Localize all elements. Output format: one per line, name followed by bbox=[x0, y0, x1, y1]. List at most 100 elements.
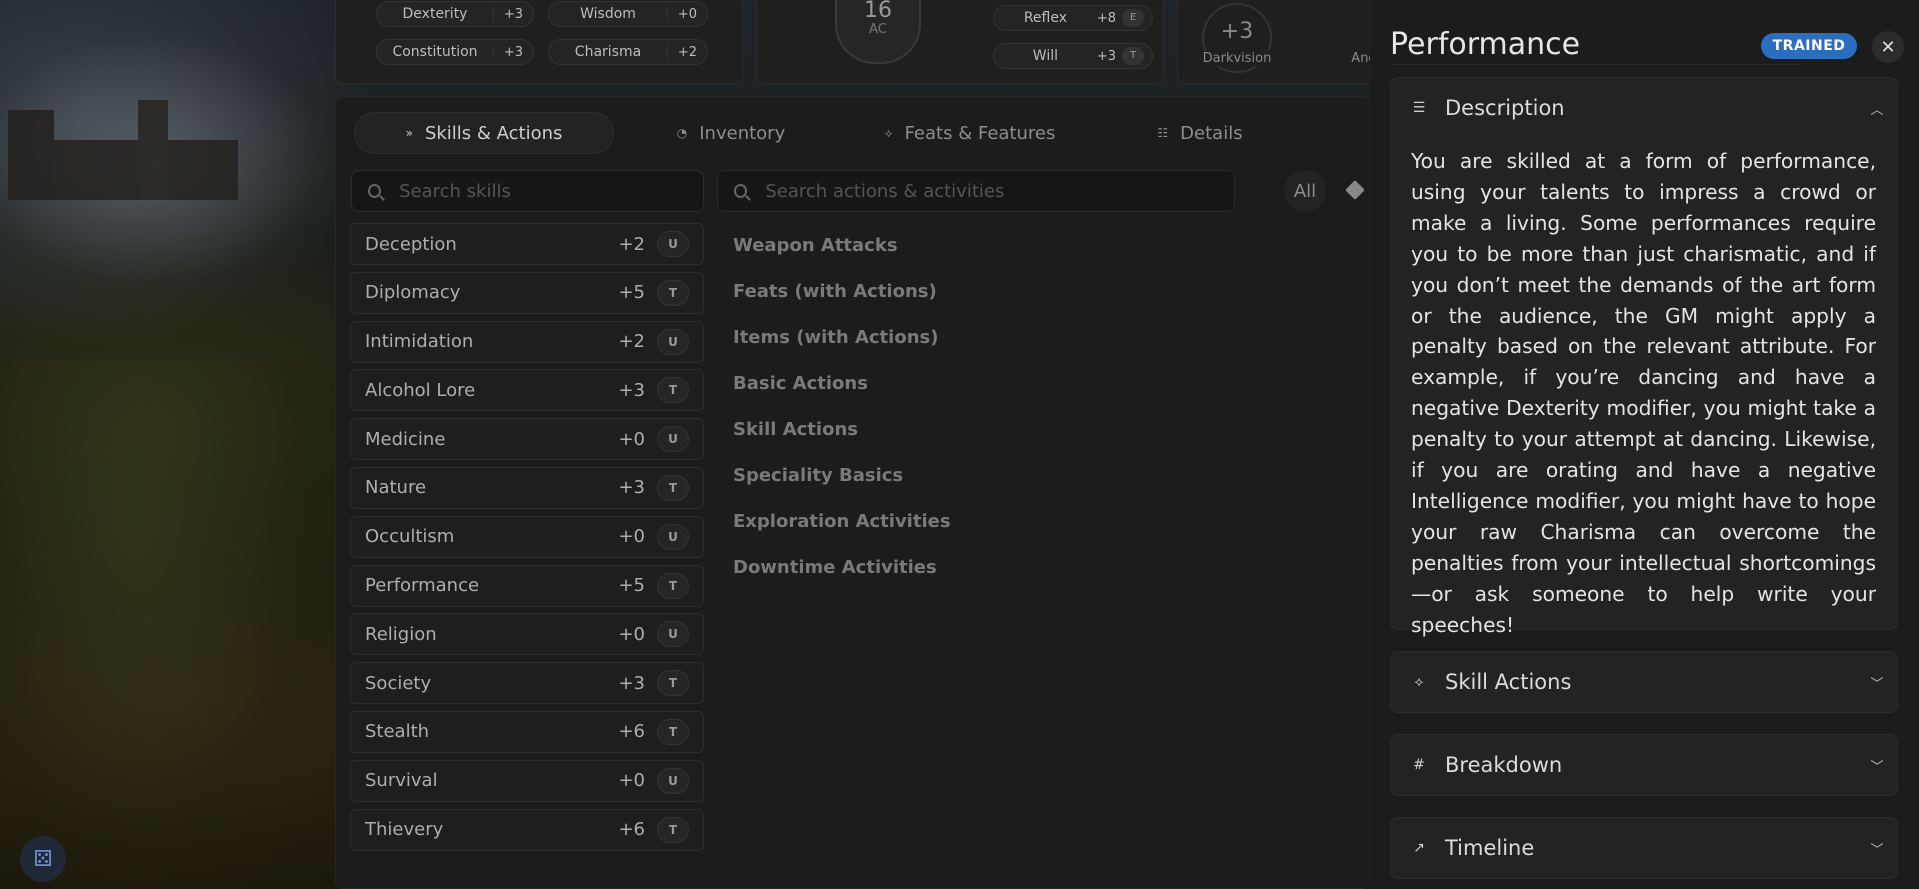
skill-detail-drawer: Performance TRAINED ✕ ☰ Description ︿ Yo… bbox=[1370, 0, 1919, 889]
skill-row[interactable]: Alcohol Lore +3 T bbox=[350, 369, 704, 412]
skill-name: Occultism bbox=[365, 526, 455, 548]
skill-row[interactable]: Stealth +6 T bbox=[350, 710, 704, 753]
attribute-mod: +3 bbox=[493, 44, 533, 60]
ac-value: 16 bbox=[864, 0, 892, 23]
attribute-charisma[interactable]: Charisma +2 bbox=[548, 39, 708, 65]
drawer-title: Performance bbox=[1390, 27, 1581, 62]
skill-row[interactable]: Nature +3 T bbox=[350, 466, 704, 509]
dice-roller-button[interactable]: ⚄ bbox=[20, 836, 66, 882]
section-header-timeline[interactable]: ↗ Timeline ﹀ bbox=[1391, 818, 1897, 878]
tab-inventory[interactable]: ◔ Inventory bbox=[620, 112, 842, 154]
action-search-field[interactable] bbox=[717, 170, 1235, 212]
action-category[interactable]: Items (with Actions) bbox=[733, 315, 951, 361]
skill-search-input[interactable] bbox=[399, 180, 703, 202]
section-label: Timeline bbox=[1445, 836, 1535, 860]
skill-row[interactable]: Intimidation +2 U bbox=[350, 320, 704, 363]
action-category[interactable]: Downtime Activities bbox=[733, 545, 951, 591]
action-search-input[interactable] bbox=[765, 180, 1234, 202]
section-header-breakdown[interactable]: # Breakdown ﹀ bbox=[1391, 735, 1897, 795]
chevron-down-icon: ﹀ bbox=[1870, 842, 1884, 858]
attribute-dexterity[interactable]: Dexterity +3 bbox=[376, 1, 534, 27]
diamond-arrows-icon: ⟡ bbox=[1414, 674, 1424, 690]
skill-modifier: +5 bbox=[618, 575, 645, 597]
action-category[interactable]: Feats (with Actions) bbox=[733, 269, 951, 315]
chevron-down-icon: ﹀ bbox=[1870, 759, 1884, 775]
attribute-mod: +3 bbox=[493, 6, 533, 22]
skill-row[interactable]: Society +3 T bbox=[350, 662, 704, 705]
tab-label: Feats & Features bbox=[904, 122, 1056, 144]
attribute-constitution[interactable]: Constitution +3 bbox=[376, 39, 534, 65]
defenses-card: Reflex +8 E Will +3 T bbox=[756, 0, 1164, 84]
section-label: Description bbox=[1445, 96, 1565, 120]
attribute-name: Constitution bbox=[392, 44, 478, 60]
senses-value: +3 bbox=[1220, 19, 1254, 44]
trend-line-icon: ↗ bbox=[1413, 840, 1425, 856]
skill-name: Deception bbox=[365, 233, 457, 255]
proficiency-rank: T bbox=[657, 816, 689, 843]
tab-feats-features[interactable]: ⟡ Feats & Features bbox=[860, 112, 1080, 154]
chevron-double-down-icon: » bbox=[405, 126, 413, 140]
proficiency-rank: U bbox=[657, 328, 689, 355]
skill-row[interactable]: Performance +5 T bbox=[350, 564, 704, 607]
attribute-name: Dexterity bbox=[402, 6, 468, 22]
darkvision-label: Darkvision bbox=[1192, 51, 1282, 66]
proficiency-badge: TRAINED bbox=[1761, 33, 1857, 59]
save-rank: T bbox=[1122, 47, 1144, 65]
section-timeline[interactable]: ↗ Timeline ﹀ bbox=[1390, 817, 1898, 879]
tab-details[interactable]: ☷ Details bbox=[1100, 112, 1300, 154]
chevron-up-icon: ︿ bbox=[1870, 102, 1884, 118]
title-divider bbox=[1390, 64, 1800, 65]
tab-skills-actions[interactable]: » Skills & Actions bbox=[354, 112, 614, 154]
skill-name: Diplomacy bbox=[365, 282, 461, 304]
proficiency-rank: T bbox=[657, 279, 689, 306]
bag-icon: ◔ bbox=[676, 126, 688, 140]
close-button[interactable]: ✕ bbox=[1872, 31, 1904, 63]
proficiency-rank: U bbox=[657, 231, 689, 257]
skill-modifier: +3 bbox=[618, 379, 645, 401]
skill-row[interactable]: Diplomacy +5 T bbox=[350, 271, 704, 314]
skill-name: Religion bbox=[365, 623, 437, 645]
skill-row[interactable]: Survival +0 U bbox=[350, 759, 704, 802]
skill-row[interactable]: Religion +0 U bbox=[350, 613, 704, 656]
skill-row[interactable]: Thievery +6 T bbox=[350, 808, 704, 851]
save-name: Will bbox=[1032, 48, 1059, 64]
skill-row[interactable]: Deception +2 U bbox=[350, 223, 704, 265]
skill-row[interactable]: Occultism +0 U bbox=[350, 515, 704, 558]
attributes-card: Dexterity +3 Wisdom +0 Constitution +3 C… bbox=[335, 0, 743, 84]
action-category[interactable]: Skill Actions bbox=[733, 407, 951, 453]
action-category[interactable]: Basic Actions bbox=[733, 361, 951, 407]
skill-modifier: +2 bbox=[618, 331, 645, 353]
skill-name: Stealth bbox=[365, 721, 430, 743]
tab-label: Inventory bbox=[699, 122, 786, 144]
attribute-wisdom[interactable]: Wisdom +0 bbox=[548, 1, 708, 27]
proficiency-rank: T bbox=[657, 377, 689, 404]
chevron-down-icon: ﹀ bbox=[1870, 676, 1884, 692]
skill-modifier: +0 bbox=[618, 770, 645, 792]
save-name: Reflex bbox=[1023, 10, 1067, 26]
skill-name: Performance bbox=[365, 575, 480, 597]
skill-name: Thievery bbox=[365, 819, 444, 841]
save-rank: E bbox=[1122, 9, 1144, 27]
skill-name: Medicine bbox=[365, 428, 446, 450]
filter-all-button[interactable]: All bbox=[1284, 170, 1326, 212]
section-label: Breakdown bbox=[1445, 753, 1563, 777]
action-diamond-icon[interactable] bbox=[1345, 180, 1365, 200]
section-breakdown[interactable]: # Breakdown ﹀ bbox=[1390, 734, 1898, 796]
skill-modifier: +6 bbox=[618, 819, 645, 841]
skill-search-field[interactable] bbox=[351, 170, 704, 212]
section-label: Skill Actions bbox=[1445, 670, 1572, 694]
section-header-skill-actions[interactable]: ⟡ Skill Actions ﹀ bbox=[1391, 652, 1897, 712]
section-header-description[interactable]: ☰ Description ︿ bbox=[1391, 78, 1897, 138]
save-reflex[interactable]: Reflex +8 E bbox=[993, 5, 1153, 31]
action-category[interactable]: Exploration Activities bbox=[733, 499, 951, 545]
proficiency-rank: U bbox=[657, 523, 689, 550]
save-will[interactable]: Will +3 T bbox=[993, 43, 1153, 69]
skill-row[interactable]: Medicine +0 U bbox=[350, 418, 704, 461]
action-category[interactable]: Weapon Attacks bbox=[733, 223, 951, 269]
action-category[interactable]: Speciality Basics bbox=[733, 453, 951, 499]
skill-modifier: +0 bbox=[618, 526, 645, 548]
section-skill-actions[interactable]: ⟡ Skill Actions ﹀ bbox=[1390, 651, 1898, 713]
skill-name: Survival bbox=[365, 770, 438, 792]
proficiency-rank: U bbox=[657, 621, 689, 648]
skill-modifier: +5 bbox=[618, 282, 645, 304]
